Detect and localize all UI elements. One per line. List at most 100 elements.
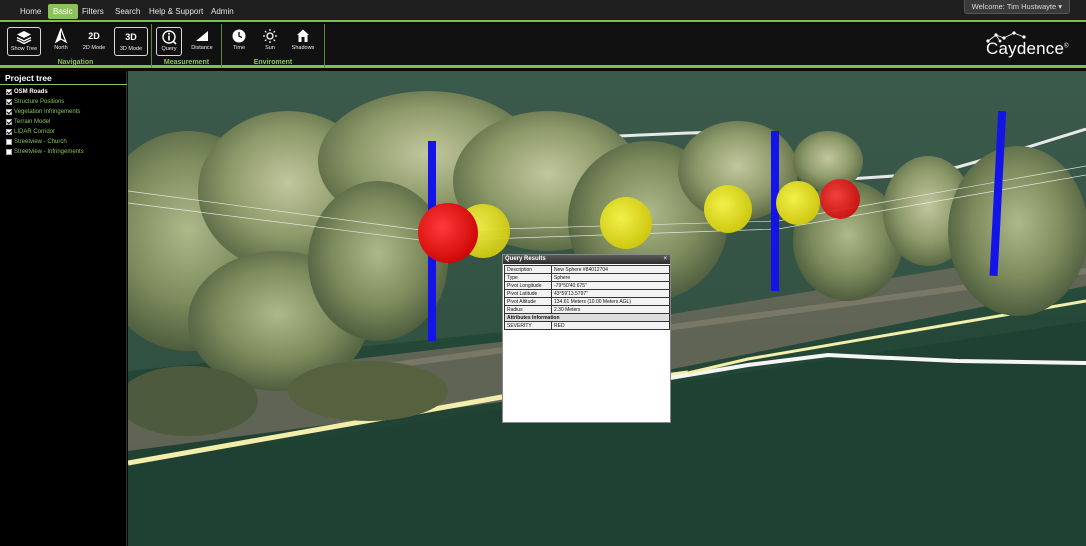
logo-text: Caydence [986, 39, 1065, 58]
project-tree-list: OSM Roads Structure Positions Vegetation I… [0, 87, 126, 157]
tree-item-label[interactable]: OSM Roads [14, 89, 48, 95]
query-button[interactable]: Query [156, 27, 182, 56]
layer-checkbox[interactable] [6, 89, 12, 95]
query-row: Type Sphere [504, 273, 670, 282]
layer-checkbox[interactable] [6, 139, 12, 145]
nav-help-support[interactable]: Help & Support [144, 4, 208, 19]
sun-label: Sun [265, 45, 275, 51]
caydence-logo: Caydence® [982, 29, 1078, 63]
tree-item[interactable]: OSM Roads [6, 87, 126, 97]
close-icon[interactable]: × [663, 255, 667, 264]
query-row: Pivot Altitude 134.61 Meters (10.00 Meter… [504, 297, 670, 306]
sun-icon [253, 28, 287, 45]
nav-filters[interactable]: Filters [77, 4, 109, 19]
query-info-icon [157, 29, 181, 46]
attributes-section-row: Attributes Information [504, 313, 670, 322]
query-results-panel: Query Results × Description New Sphere #8… [502, 254, 671, 423]
tree-item-label[interactable]: Vegetation Infringements [14, 109, 80, 115]
measurement-group: Query Distance Measurement [152, 24, 222, 68]
logo-registered-mark: ® [1064, 43, 1069, 50]
query-results-title: Query Results [505, 256, 546, 262]
query-value: 134.61 Meters (10.00 Meters AGL) [551, 297, 670, 306]
query-value: New Sphere #84012704 [551, 265, 670, 274]
infringement-sphere-yellow-2 [600, 197, 652, 249]
query-key: Pivot Longitude [504, 281, 552, 290]
query-key: Pivot Latitude [504, 289, 552, 298]
tree-item[interactable]: Structure Positions [6, 97, 126, 107]
layer-checkbox[interactable] [6, 99, 12, 105]
logo-wordmark: Caydence® [986, 39, 1069, 59]
tree-item[interactable]: LIDAR Corridor [6, 127, 126, 137]
navigation-group: Show Tree North 2D 2D Mode 3D 3D Mode Na… [0, 24, 152, 68]
north-arrow-icon [44, 28, 78, 45]
query-key: SEVERITY [504, 321, 552, 330]
2d-mode-label: 2D Mode [82, 45, 106, 51]
nav-search[interactable]: Search [110, 4, 145, 19]
north-button[interactable]: North [44, 27, 78, 56]
show-tree-label: Show Tree [10, 46, 38, 52]
project-tree-title: Project tree [5, 73, 52, 83]
infringement-sphere-red-1 [418, 203, 478, 263]
query-value: Sphere [551, 273, 670, 282]
nav-home[interactable]: Home [15, 4, 46, 19]
north-label: North [54, 45, 68, 51]
query-key: Radius [504, 305, 552, 314]
attributes-section-title: Attributes Information [504, 313, 670, 322]
nav-admin[interactable]: Admin [206, 4, 239, 19]
3d-text-icon: 3D [125, 32, 137, 42]
sun-button[interactable]: Sun [253, 27, 287, 56]
layer-checkbox[interactable] [6, 109, 12, 115]
2d-mode-button[interactable]: 2D 2D Mode [77, 27, 111, 56]
query-value: -79°50'40.675" [551, 281, 670, 290]
tree-item-label[interactable]: LIDAR Corridor [14, 129, 55, 135]
navigation-group-label: Navigation [57, 59, 94, 66]
query-row: Description New Sphere #84012704 [504, 265, 670, 274]
tree-item[interactable]: Terrain Model [6, 117, 126, 127]
infringement-sphere-yellow-4 [776, 181, 820, 225]
project-tree-panel: Project tree OSM Roads Structure Position… [0, 71, 127, 546]
measurement-group-label: Measurement [163, 59, 210, 66]
clock-icon [222, 28, 256, 45]
ribbon-toolbar: Show Tree North 2D 2D Mode 3D 3D Mode Na… [0, 24, 1086, 68]
query-value: RED [551, 321, 670, 330]
nav-basic[interactable]: Basic [48, 4, 78, 19]
tree-item-label[interactable]: Structure Positions [14, 99, 64, 105]
shadows-label: Shadows [291, 45, 315, 51]
house-shadow-icon [286, 28, 320, 45]
query-label: Query [161, 46, 177, 52]
distance-button[interactable]: Distance [185, 27, 219, 56]
3d-mode-button[interactable]: 3D 3D Mode [114, 27, 148, 56]
environment-group-label: Enviroment [253, 59, 293, 66]
tree-item[interactable]: Streetview - Infringements [6, 147, 126, 157]
time-label: Time [232, 45, 246, 51]
tree-item-label[interactable]: Terrain Model [14, 119, 50, 125]
query-row: Radius 2.30 Meters [504, 305, 670, 314]
query-value: 2.30 Meters [551, 305, 670, 314]
query-results-header: Query Results × [503, 255, 670, 264]
tree-item[interactable]: Vegetation Infringements [6, 107, 126, 117]
query-key: Description [504, 265, 552, 274]
query-key: Pivot Altitude [504, 297, 552, 306]
layer-checkbox[interactable] [6, 119, 12, 125]
distance-label: Distance [191, 45, 213, 51]
tree-item-label[interactable]: Streetview - Infringements [14, 149, 84, 155]
infringement-sphere-red-2 [820, 179, 860, 219]
query-row: Pivot Latitude 43°59'13.5797" [504, 289, 670, 298]
tree-item-label[interactable]: Streetview - Church [14, 139, 67, 145]
project-tree-divider [0, 84, 127, 85]
attribute-row: SEVERITY RED [504, 321, 670, 330]
query-key: Type [504, 273, 552, 282]
query-value: 43°59'13.5797" [551, 289, 670, 298]
ruler-icon [185, 28, 219, 45]
layers-icon [8, 29, 40, 46]
show-tree-button[interactable]: Show Tree [7, 27, 41, 56]
top-navigation-bar: Home Basic Filters Search Help & Support… [0, 0, 1086, 22]
shadows-button[interactable]: Shadows [286, 27, 320, 56]
layer-checkbox[interactable] [6, 149, 12, 155]
2d-text-icon: 2D [88, 31, 100, 41]
tree-item[interactable]: Streetview - Church [6, 137, 126, 147]
3d-mode-label: 3D Mode [119, 46, 143, 52]
user-menu[interactable]: Welcome: Tim Hustwayte ▾ [963, 0, 1070, 14]
layer-checkbox[interactable] [6, 129, 12, 135]
time-button[interactable]: Time [222, 27, 256, 56]
